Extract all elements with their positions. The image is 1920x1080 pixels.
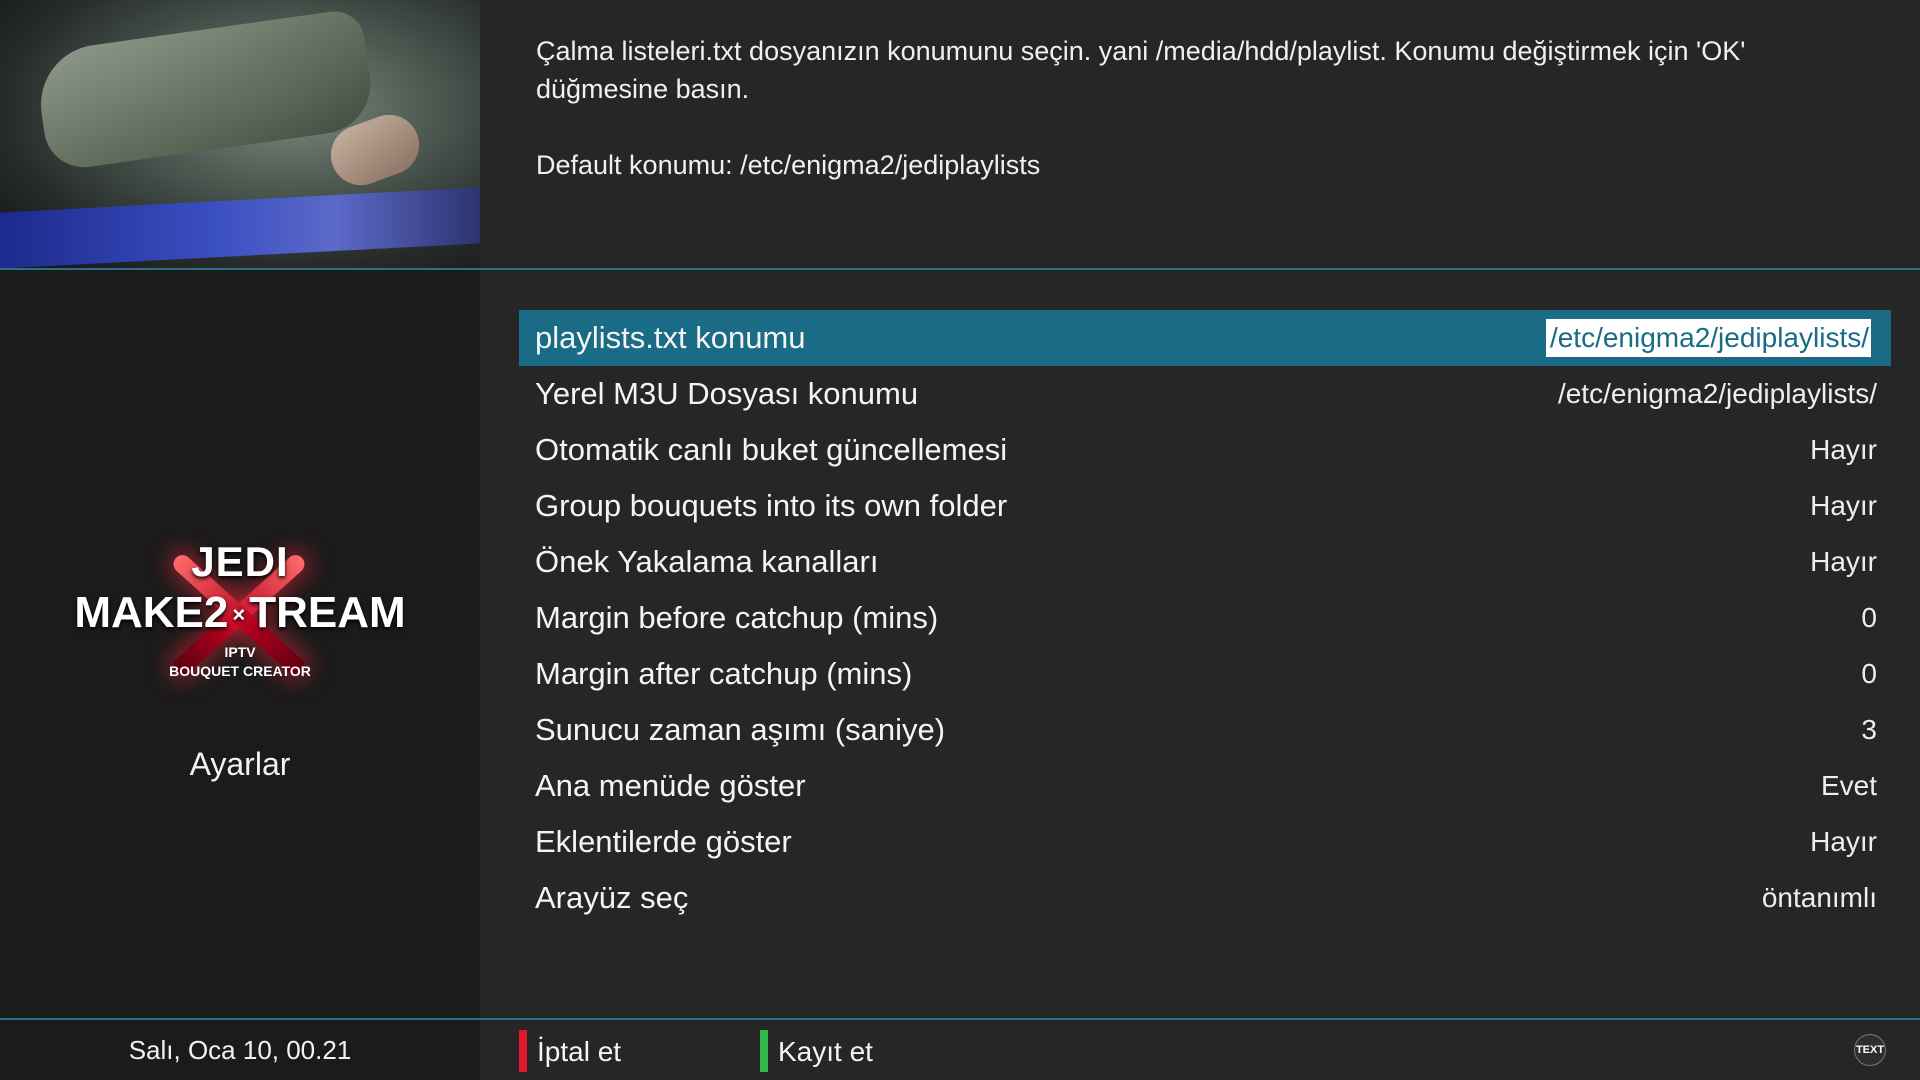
setting-value: /etc/enigma2/jediplaylists/ [1557, 378, 1877, 409]
text-icon[interactable]: TEXT [1854, 1034, 1886, 1066]
clock: Salı, Oca 10, 00.21 [128, 1035, 352, 1065]
setting-label: Ana menüde göster [535, 768, 806, 803]
setting-value: 0 [1861, 602, 1877, 633]
divider-bottom [0, 1018, 1920, 1020]
divider-top [0, 268, 1920, 270]
save-button-label: Kayıt et [778, 1036, 873, 1067]
setting-value: 0 [1861, 658, 1877, 689]
setting-label: Margin after catchup (mins) [535, 656, 913, 691]
settings-list[interactable]: playlists.txt konumu /etc/enigma2/jedipl… [519, 310, 1891, 926]
setting-value: Hayır [1810, 546, 1877, 577]
setting-label: Margin before catchup (mins) [535, 600, 939, 635]
screen-title: Ayarlar [189, 746, 291, 782]
setting-row-show-in-plugins[interactable]: Eklentilerde göster Hayır [519, 814, 1891, 870]
setting-row-show-in-main-menu[interactable]: Ana menüde göster Evet [519, 758, 1891, 814]
logo-line-make2xtream: MAKE2 ×TREAM [50, 588, 430, 638]
live-tv-preview [0, 0, 480, 268]
setting-label: Arayüz seç [535, 880, 689, 915]
setting-row-group-bouquets[interactable]: Group bouquets into its own folder Hayır [519, 478, 1891, 534]
setting-value: Hayır [1810, 826, 1877, 857]
setting-row-local-m3u-location[interactable]: Yerel M3U Dosyası konumu /etc/enigma2/je… [519, 366, 1891, 422]
setting-value: öntanımlı [1761, 882, 1877, 913]
red-key-indicator [519, 1030, 527, 1072]
help-default-location: Default konumu: /etc/enigma2/jediplaylis… [536, 150, 1041, 180]
preview-scene-sleeve [33, 7, 377, 173]
setting-value: Evet [1820, 770, 1877, 801]
setting-value-input[interactable]: /etc/enigma2/jediplaylists/ [1545, 319, 1871, 357]
help-description: Çalma listeleri.txt dosyanızın konumunu … [536, 32, 1876, 184]
logo-line-bouquet-creator: BOUQUET CREATOR [169, 663, 311, 679]
plugin-logo: JEDI MAKE2 ×TREAM IPTV BOUQUET CREATOR [50, 520, 430, 700]
setting-value: Hayır [1810, 434, 1877, 465]
setting-row-margin-before[interactable]: Margin before catchup (mins) 0 [519, 590, 1891, 646]
setting-value: Hayır [1810, 490, 1877, 521]
green-key-indicator [760, 1030, 768, 1072]
setting-label: Önek Yakalama kanalları [535, 544, 879, 579]
cancel-button-label: İptal et [537, 1036, 622, 1067]
logo-word-make2: MAKE2 [74, 588, 229, 637]
setting-value: 3 [1861, 714, 1877, 745]
help-text-line: Çalma listeleri.txt dosyanızın konumunu … [536, 36, 1746, 104]
setting-label: Eklentilerde göster [535, 824, 792, 859]
setting-row-server-timeout[interactable]: Sunucu zaman aşımı (saniye) 3 [519, 702, 1891, 758]
setting-label: playlists.txt konumu [535, 320, 806, 355]
setting-row-prefix-catchup[interactable]: Önek Yakalama kanalları Hayır [519, 534, 1891, 590]
setting-row-select-skin[interactable]: Arayüz seç öntanımlı [519, 870, 1891, 926]
logo-line-jedi: JEDI [191, 538, 289, 585]
logo-x-mark: × [232, 602, 246, 628]
setting-row-auto-live-bouquet-update[interactable]: Otomatik canlı buket güncellemesi Hayır [519, 422, 1891, 478]
logo-word-tream: TREAM [249, 588, 406, 637]
setting-label: Yerel M3U Dosyası konumu [535, 376, 919, 411]
preview-lower-third-banner [0, 187, 480, 268]
setting-row-playlists-location[interactable]: playlists.txt konumu /etc/enigma2/jedipl… [519, 310, 1891, 366]
setting-label: Sunucu zaman aşımı (saniye) [535, 712, 946, 747]
logo-line-iptv: IPTV [224, 644, 256, 660]
left-panel: JEDI MAKE2 ×TREAM IPTV BOUQUET CREATOR Ay… [0, 0, 480, 1080]
setting-label: Otomatik canlı buket güncellemesi [535, 432, 1008, 467]
setting-label: Group bouquets into its own folder [535, 488, 1008, 523]
setting-row-margin-after[interactable]: Margin after catchup (mins) 0 [519, 646, 1891, 702]
